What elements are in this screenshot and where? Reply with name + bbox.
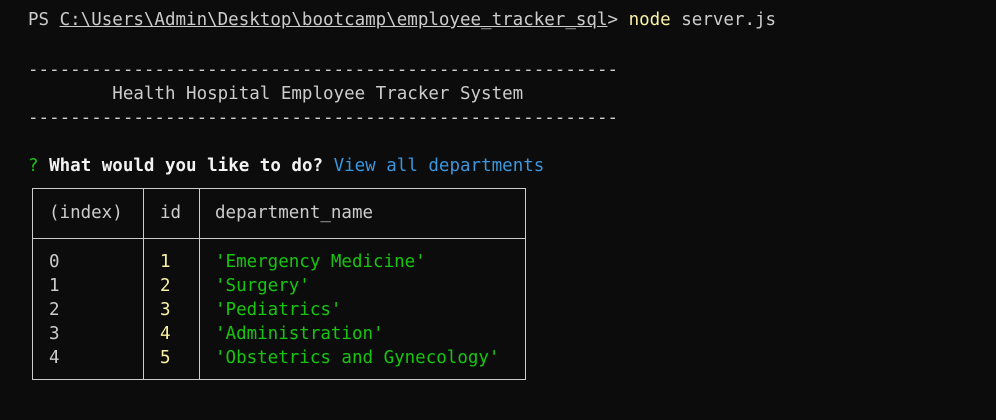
row-department-name: 'Obstetrics and Gynecology' <box>215 348 500 368</box>
row-id: 1 <box>160 252 171 272</box>
command-argument: server.js <box>670 10 777 30</box>
banner-divider-top: ----------------------------------------… <box>28 60 619 80</box>
command-name: node <box>628 10 671 30</box>
current-path: C:\Users\Admin\Desktop\bootcamp\employee… <box>59 10 608 30</box>
ps-label: PS <box>28 10 60 30</box>
row-index: 0 <box>49 252 60 272</box>
question-line: ? What would you like to do? View all de… <box>28 154 544 178</box>
question-text: What would you like to do? <box>49 156 324 176</box>
row-id: 4 <box>160 324 171 344</box>
column-header-index: (index) <box>49 203 123 223</box>
column-divider <box>143 189 144 379</box>
row-id: 2 <box>160 276 171 296</box>
column-header-department-name: department_name <box>215 203 374 223</box>
row-index: 4 <box>49 348 60 368</box>
prompt-caret: > <box>607 10 629 30</box>
departments-table: (index) id department_name 0 1 'Emergenc… <box>32 188 526 380</box>
row-index: 1 <box>49 276 60 296</box>
terminal-window[interactable]: PS C:\Users\Admin\Desktop\bootcamp\emplo… <box>0 0 996 420</box>
question-mark-icon: ? <box>28 156 39 176</box>
row-id: 3 <box>160 300 171 320</box>
column-divider <box>199 189 200 379</box>
header-divider <box>33 238 525 239</box>
column-header-id: id <box>160 203 182 223</box>
row-department-name: 'Pediatrics' <box>215 300 342 320</box>
row-index: 2 <box>49 300 60 320</box>
row-department-name: 'Administration' <box>215 324 384 344</box>
row-id: 5 <box>160 348 171 368</box>
command-prompt-line: PS C:\Users\Admin\Desktop\bootcamp\emplo… <box>28 8 776 32</box>
banner-title: Health Hospital Employee Tracker System <box>28 84 524 104</box>
row-index: 3 <box>49 324 60 344</box>
row-department-name: 'Emergency Medicine' <box>215 252 426 272</box>
selected-answer: View all departments <box>333 156 545 176</box>
row-department-name: 'Surgery' <box>215 276 310 296</box>
banner-divider-bottom: ----------------------------------------… <box>28 108 619 128</box>
